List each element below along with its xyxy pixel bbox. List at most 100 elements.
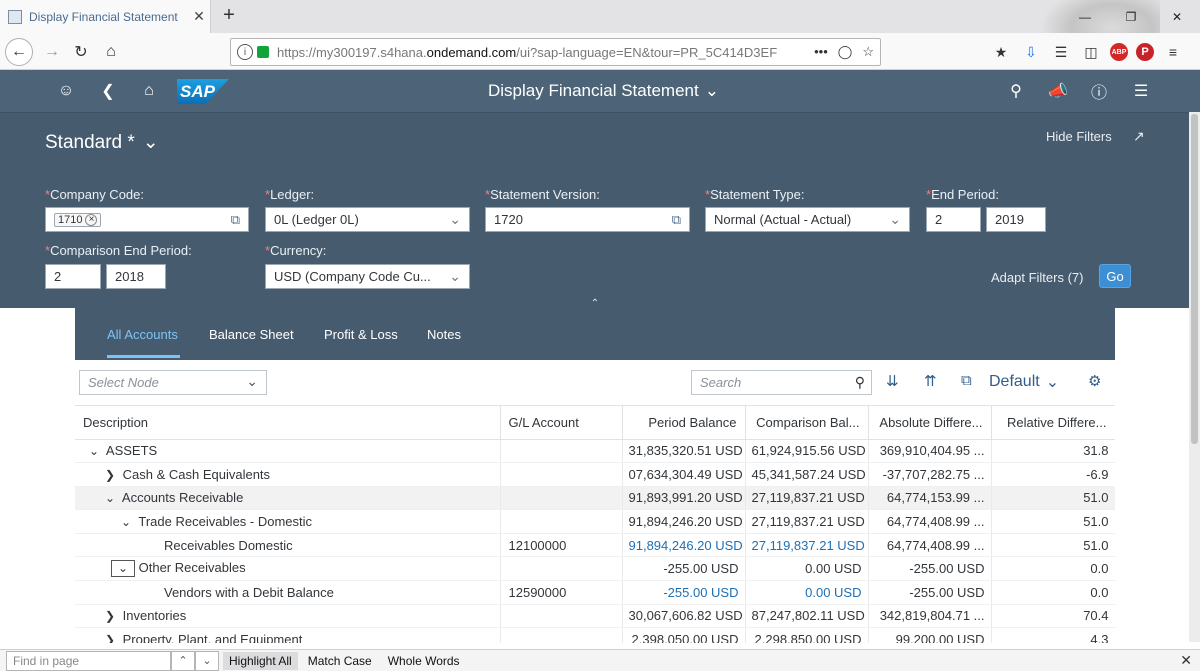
tab-notes[interactable]: Notes bbox=[427, 327, 461, 342]
value-help-icon[interactable]: ⧉ bbox=[672, 212, 681, 228]
column-header-comparison-balance[interactable]: Comparison Bal... bbox=[745, 406, 869, 440]
export-icon[interactable]: ⧉ bbox=[961, 372, 972, 389]
reload-icon[interactable]: ↻ bbox=[67, 38, 95, 66]
match-case-toggle[interactable]: Match Case bbox=[302, 652, 378, 670]
forward-icon[interactable]: → bbox=[38, 38, 66, 66]
remove-token-icon[interactable]: × bbox=[85, 213, 98, 226]
statement-version-field[interactable]: 1720 ⧉ bbox=[485, 207, 690, 232]
search-input[interactable]: Search ⚲ bbox=[691, 370, 872, 395]
statement-type-select[interactable]: Normal (Actual - Actual) ⌄ bbox=[705, 207, 910, 232]
url-bar[interactable]: i https://my300197.s4hana.ondemand.com/u… bbox=[230, 38, 881, 66]
scrollbar-thumb[interactable] bbox=[1191, 114, 1198, 444]
collapse-node-icon[interactable]: ⌄ bbox=[85, 444, 103, 458]
tab-close-icon[interactable]: ✕ bbox=[188, 8, 210, 25]
user-icon[interactable]: ☺ bbox=[55, 80, 77, 102]
table-row[interactable]: ⌄ Trade Receivables - Domestic 91,894,24… bbox=[75, 509, 1115, 534]
row-comparison-balance-link[interactable]: 27,119,837.21 USD bbox=[745, 533, 869, 558]
end-period-field[interactable]: 2 bbox=[926, 207, 981, 232]
pinterest-icon[interactable]: P bbox=[1136, 43, 1154, 61]
end-period-year-field[interactable]: 2019 bbox=[986, 207, 1046, 232]
sap-logo[interactable]: SAP bbox=[177, 79, 229, 104]
page-actions-icon[interactable]: ••• bbox=[814, 44, 828, 60]
icon-tab-bar: All Accounts Balance Sheet Profit & Loss… bbox=[75, 308, 1115, 360]
adapt-filters-link[interactable]: Adapt Filters (7) bbox=[991, 270, 1083, 285]
column-header-absolute-difference[interactable]: Absolute Differe... bbox=[868, 406, 992, 440]
url-text[interactable]: https://my300197.s4hana.ondemand.com/ui?… bbox=[277, 45, 814, 60]
home-icon[interactable]: ⌂ bbox=[97, 38, 125, 66]
table-row[interactable]: Receivables Domestic 12100000 91,894,246… bbox=[75, 533, 1115, 558]
row-relative-difference: -6.9 bbox=[991, 462, 1115, 487]
help-icon[interactable]: ⓘ bbox=[1088, 80, 1110, 102]
go-button[interactable]: Go bbox=[1099, 264, 1131, 288]
bookmark-star-icon[interactable]: ☆ bbox=[862, 44, 874, 60]
expand-node-icon[interactable]: ❯ bbox=[101, 468, 119, 482]
pocket-icon[interactable]: ◯ bbox=[838, 44, 853, 60]
table-row[interactable]: Vendors with a Debit Balance 12590000 -2… bbox=[75, 580, 1115, 605]
find-next-icon[interactable]: ⌄ bbox=[195, 650, 219, 671]
find-input[interactable]: Find in page bbox=[6, 650, 171, 671]
site-info-icon[interactable]: i bbox=[237, 44, 253, 60]
tab-balance-sheet[interactable]: Balance Sheet bbox=[209, 327, 294, 342]
table-row[interactable]: ⌄ Accounts Receivable 91,893,991.20 USD … bbox=[75, 486, 1115, 511]
collapse-node-icon[interactable]: ⌄ bbox=[101, 491, 119, 505]
collapse-node-icon[interactable]: ⌄ bbox=[117, 515, 135, 529]
column-header-period-balance[interactable]: Period Balance bbox=[622, 406, 746, 440]
settings-gear-icon[interactable]: ⚙ bbox=[1088, 372, 1101, 390]
select-node-dropdown[interactable]: Select Node ⌄ bbox=[79, 370, 267, 395]
highlight-all-toggle[interactable]: Highlight All bbox=[223, 651, 298, 670]
back-icon[interactable]: ← bbox=[5, 38, 33, 66]
comparison-year-field[interactable]: 2018 bbox=[106, 264, 166, 289]
table-row[interactable]: ⌄ ASSETS 31,835,320.51 USD 61,924,915.56… bbox=[75, 439, 1115, 464]
search-icon[interactable]: ⚲ bbox=[855, 374, 865, 391]
page-scrollbar[interactable] bbox=[1189, 112, 1200, 642]
new-tab-button[interactable]: + bbox=[217, 4, 241, 28]
company-code-field[interactable]: 1710 × ⧉ bbox=[45, 207, 249, 232]
chevron-down-icon: ⌄ bbox=[449, 268, 461, 284]
search-icon[interactable]: ⚲ bbox=[1005, 80, 1027, 102]
browser-tab[interactable]: Display Financial Statement ✕ bbox=[0, 0, 211, 33]
row-period-balance-link[interactable]: 91,894,246.20 USD bbox=[622, 533, 746, 558]
close-window-icon[interactable]: ✕ bbox=[1154, 0, 1200, 33]
expand-node-icon[interactable]: ❯ bbox=[101, 633, 119, 643]
back-arrow-icon[interactable]: ❮ bbox=[97, 80, 119, 102]
minimize-icon[interactable]: — bbox=[1062, 0, 1108, 33]
variant-selector[interactable]: Standard * ⌄ bbox=[45, 131, 159, 154]
menu-icon[interactable]: ≡ bbox=[1162, 38, 1184, 66]
collapse-node-icon[interactable]: ⌄ bbox=[111, 560, 135, 578]
currency-select[interactable]: USD (Company Code Cu... ⌄ bbox=[265, 264, 470, 289]
ledger-select[interactable]: 0L (Ledger 0L) ⌄ bbox=[265, 207, 470, 232]
app-title[interactable]: Display Financial Statement ⌄ bbox=[488, 81, 719, 101]
column-header-relative-difference[interactable]: Relative Differe... bbox=[991, 406, 1115, 440]
library-icon[interactable]: ☰ bbox=[1050, 38, 1072, 66]
value-help-icon[interactable]: ⧉ bbox=[231, 212, 240, 228]
tab-profit-loss[interactable]: Profit & Loss bbox=[324, 327, 398, 342]
notes-icon[interactable]: ☰ bbox=[1130, 80, 1152, 102]
company-code-token[interactable]: 1710 × bbox=[54, 212, 102, 227]
share-icon[interactable]: ↗ bbox=[1133, 128, 1145, 145]
expand-all-icon[interactable]: ⇊ bbox=[886, 372, 899, 390]
find-previous-icon[interactable]: ⌃ bbox=[171, 650, 195, 671]
restore-icon[interactable]: ❐ bbox=[1108, 0, 1154, 33]
collapse-all-icon[interactable]: ⇈ bbox=[924, 372, 937, 390]
adblock-icon[interactable]: ABP bbox=[1110, 43, 1128, 61]
close-find-bar-icon[interactable]: ✕ bbox=[1180, 652, 1192, 669]
layout-variant-selector[interactable]: Default ⌄ bbox=[989, 372, 1059, 392]
column-header-description[interactable]: Description bbox=[75, 406, 501, 440]
notifications-megaphone-icon[interactable]: 📣 bbox=[1047, 80, 1069, 102]
download-icon[interactable]: ⇩ bbox=[1020, 38, 1042, 66]
comparison-period-field[interactable]: 2 bbox=[45, 264, 101, 289]
tab-all-accounts[interactable]: All Accounts bbox=[107, 327, 178, 342]
table-row[interactable]: ❯ Property, Plant, and Equipment 2,398,0… bbox=[75, 627, 1115, 643]
expand-node-icon[interactable]: ❯ bbox=[101, 609, 119, 623]
column-header-gl-account[interactable]: G/L Account bbox=[500, 406, 623, 440]
hide-filters-link[interactable]: Hide Filters bbox=[1046, 129, 1112, 144]
home-icon[interactable]: ⌂ bbox=[138, 80, 160, 102]
table-row[interactable]: ⌄ Other Receivables -255.00 USD 0.00 USD… bbox=[75, 556, 1115, 582]
row-comparison-balance-link[interactable]: 0.00 USD bbox=[745, 580, 869, 605]
sidebar-icon[interactable]: ◫ bbox=[1080, 38, 1102, 66]
row-period-balance-link[interactable]: -255.00 USD bbox=[622, 580, 746, 605]
table-row[interactable]: ❯ Inventories 30,067,606.82 USD 87,247,8… bbox=[75, 604, 1115, 629]
table-row[interactable]: ❯ Cash & Cash Equivalents 07,634,304.49 … bbox=[75, 462, 1115, 487]
bookmarks-star-icon[interactable]: ★ bbox=[990, 38, 1012, 66]
whole-words-toggle[interactable]: Whole Words bbox=[382, 652, 466, 670]
